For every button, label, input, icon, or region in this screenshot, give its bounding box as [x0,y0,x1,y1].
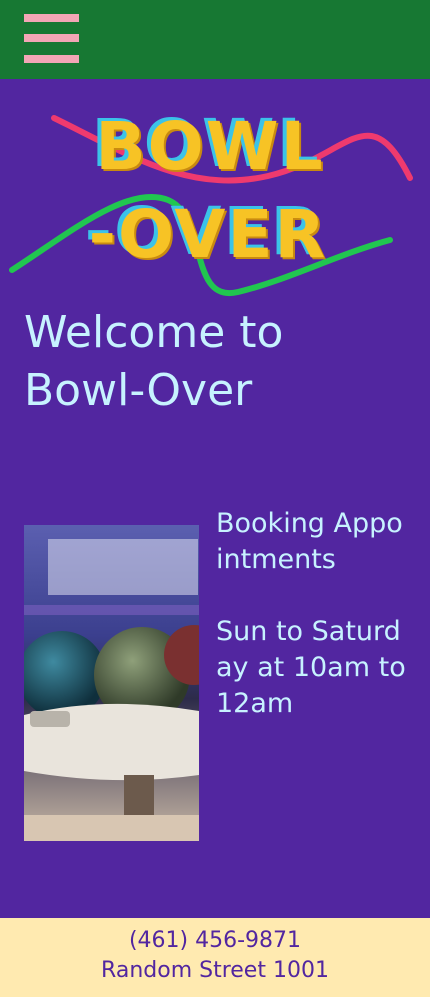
opening-hours: Sun to Saturday at 10am to 12am [216,616,406,719]
menu-bar-bottom [24,55,79,63]
hamburger-menu-icon[interactable] [24,14,80,66]
menu-bar-middle [24,34,79,42]
menu-bar-top [24,14,79,22]
page-title: Welcome to Bowl-Over [24,307,284,416]
logo-text-over: -OVER [88,196,328,273]
bowl-over-logo: BOWL -OVER [8,104,430,300]
top-navbar [0,0,430,79]
photo-illustration [24,525,199,841]
footer-phone: (461) 456-9871 [128,928,302,953]
bowling-balls-photo [24,525,199,841]
booking-info: Booking Appointments Sun to Saturday at … [216,506,406,722]
booking-label: Booking Appointments [216,508,403,575]
footer: (461) 456-9871 Random Street 1001 [0,918,430,997]
footer-address: Random Street 1001 [101,958,329,983]
logo-text-bowl: BOWL [95,108,325,185]
